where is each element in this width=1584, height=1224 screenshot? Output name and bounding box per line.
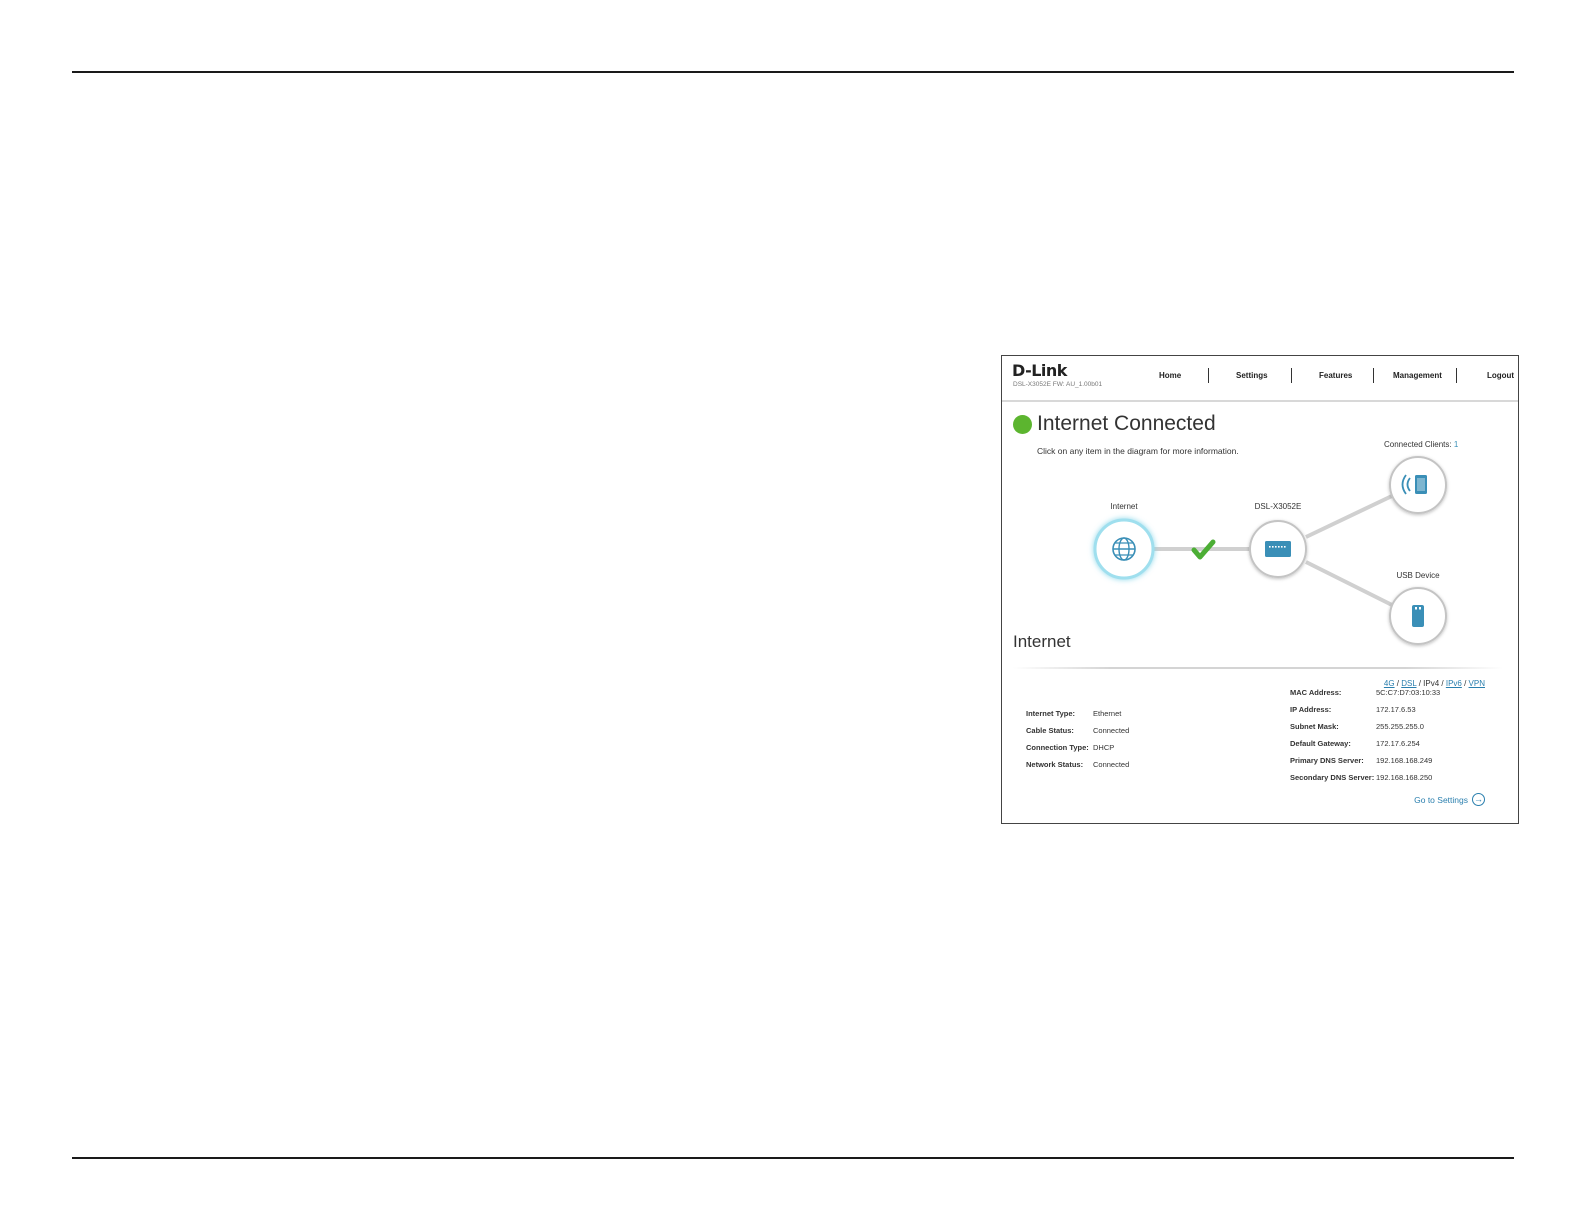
connected-clients-label[interactable]: Connected Clients: 1 <box>1384 440 1458 449</box>
clients-label-text: Connected Clients: <box>1384 440 1452 449</box>
info-key: Internet Type: <box>1026 709 1076 718</box>
info-value: Ethernet <box>1093 709 1122 718</box>
info-key: MAC Address: <box>1290 688 1342 697</box>
info-value: Connected <box>1093 760 1130 769</box>
info-row: Primary DNS Server: 192.168.168.249 <box>1290 756 1432 765</box>
page-bottom-rule <box>72 1157 1514 1159</box>
info-key: Connection Type: <box>1026 743 1089 752</box>
info-row: Default Gateway: 172.17.6.254 <box>1290 739 1420 748</box>
info-row: MAC Address: 5C:C7:D7:03:10:33 <box>1290 688 1440 697</box>
info-value: 5C:C7:D7:03:10:33 <box>1376 688 1441 697</box>
clients-node[interactable] <box>1389 456 1447 514</box>
tab-ipv6[interactable]: IPv6 <box>1446 679 1462 688</box>
router-ui-screenshot: D-Link DSL-X3052E FW: AU_1.00b01 Home Se… <box>1001 355 1519 824</box>
link-router-clients <box>1305 493 1395 539</box>
info-row: Secondary DNS Server: 192.168.168.250 <box>1290 773 1432 782</box>
info-key: Cable Status: <box>1026 726 1074 735</box>
link-router-usb <box>1305 560 1395 608</box>
router-icon <box>1265 541 1291 557</box>
info-row: Subnet Mask: 255.255.255.0 <box>1290 722 1424 731</box>
tab-vpn[interactable]: VPN <box>1469 679 1485 688</box>
network-diagram <box>1093 456 1447 645</box>
tab-4g[interactable]: 4G <box>1384 679 1395 688</box>
internet-node-label: Internet <box>1110 502 1138 511</box>
go-to-settings-link[interactable]: Go to Settings → <box>1414 793 1485 806</box>
info-row: IP Address: 172.17.6.53 <box>1290 705 1416 714</box>
router-node-label: DSL-X3052E <box>1254 502 1302 511</box>
info-key: Default Gateway: <box>1290 739 1351 748</box>
info-key: IP Address: <box>1290 705 1332 714</box>
clients-count: 1 <box>1453 440 1459 449</box>
info-value: Connected <box>1093 726 1130 735</box>
usb-node[interactable] <box>1389 587 1447 645</box>
info-value: 255.255.255.0 <box>1376 722 1424 731</box>
info-row: Connection Type: DHCP <box>1026 743 1114 752</box>
usb-drive-icon <box>1412 605 1424 627</box>
info-row: Network Status: Connected <box>1026 760 1129 769</box>
section-divider <box>1013 667 1503 669</box>
info-value: 172.17.6.53 <box>1376 705 1416 714</box>
protocol-tabs: 4G / DSL / IPv4 / IPv6 / VPN <box>1383 679 1485 688</box>
usb-node-label: USB Device <box>1396 571 1440 580</box>
info-value: 192.168.168.250 <box>1376 773 1433 782</box>
info-key: Primary DNS Server: <box>1290 756 1364 765</box>
go-to-settings-label: Go to Settings <box>1414 794 1468 805</box>
info-key: Subnet Mask: <box>1290 722 1339 731</box>
info-value: 172.17.6.254 <box>1376 739 1420 748</box>
info-row: Cable Status: Connected <box>1026 726 1129 735</box>
router-node[interactable] <box>1249 520 1307 578</box>
info-value: DHCP <box>1093 743 1115 752</box>
info-key: Network Status: <box>1026 760 1084 769</box>
page-top-rule <box>72 71 1514 73</box>
info-key: Secondary DNS Server: <box>1290 773 1375 782</box>
tab-ipv4: IPv4 <box>1423 679 1440 688</box>
section-title: Internet <box>1013 632 1071 651</box>
tab-dsl[interactable]: DSL <box>1401 679 1416 688</box>
internet-node[interactable] <box>1093 518 1155 580</box>
info-row: Internet Type: Ethernet <box>1026 709 1121 718</box>
info-value: 192.168.168.249 <box>1376 756 1433 765</box>
arrow-right-circle-icon: → <box>1472 793 1485 806</box>
